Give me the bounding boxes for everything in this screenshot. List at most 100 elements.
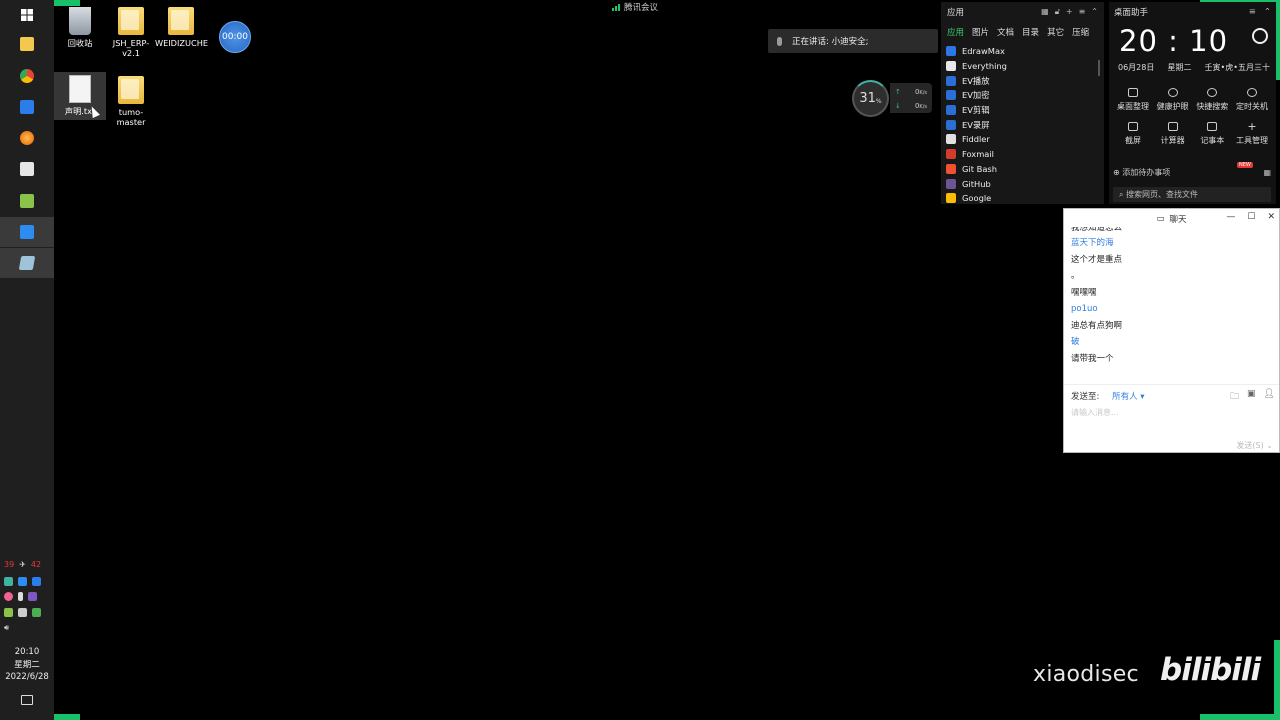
assistant-search-box[interactable]: ⌕ 搜索网页、查找文件 [1113, 187, 1271, 202]
tab-archives[interactable]: 压缩 [1072, 26, 1089, 38]
download-arrow-icon: ↓ [895, 102, 901, 110]
plus-icon: + [1247, 120, 1257, 133]
app-item-label: Git Bash [962, 163, 997, 174]
tool-manage[interactable]: + 工具管理 [1233, 120, 1271, 146]
minimize-icon[interactable]: — [1226, 212, 1235, 222]
tool-calculator[interactable]: 计算器 [1154, 122, 1192, 146]
assistant-date: 06月28日 [1118, 63, 1155, 72]
app-item[interactable]: EV播放 [946, 73, 1099, 88]
close-icon[interactable]: ✕ [1267, 212, 1275, 222]
taskbar-app-green[interactable] [0, 186, 54, 216]
desktop-icon-label: JSH_ERP-v2.1 [112, 38, 150, 58]
net-monitor-widget[interactable]: 31% ↑ 0K/s ↓ 0K/s [852, 80, 932, 117]
upload-arrow-icon: ↑ [895, 88, 901, 96]
send-button[interactable]: 发送(S) ⌄ [1236, 440, 1273, 451]
tool-desktop-organize[interactable]: 桌面整理 [1114, 88, 1152, 112]
app-item[interactable]: Google [946, 191, 1099, 206]
tab-docs[interactable]: 文档 [997, 26, 1014, 38]
taskbar-firefox[interactable] [0, 123, 54, 153]
desktop-assistant-panel: 桌面助手 ≡ ⌃ 20 : 10 06月28日 星期二 壬寅•虎•五月三十 桌面… [1109, 2, 1276, 204]
app-launcher-tabs: 应用 图片 文档 目录 其它 压缩 [941, 22, 1104, 42]
tab-images[interactable]: 图片 [972, 26, 989, 38]
send-to-dropdown[interactable]: 所有人 ▾ [1112, 392, 1144, 402]
app-item[interactable]: Foxmail [946, 147, 1099, 162]
taskbar-explorer[interactable] [0, 29, 54, 59]
user-icon[interactable]: 👤︎ [1264, 389, 1275, 405]
wechat-icon[interactable] [32, 608, 41, 617]
app-tray-icon[interactable] [32, 577, 41, 586]
app-item[interactable]: EdrawMax [946, 44, 1099, 59]
desktop-icon-label: 回收站 [67, 38, 93, 48]
volume-icon[interactable]: 🔊︎ [4, 623, 9, 633]
desktop-icon-weidizuche[interactable]: WEIDIZUCHE [155, 7, 209, 48]
lock-icon[interactable]: 🔓︎ [1055, 7, 1060, 17]
menu-icon[interactable]: ≡ [1079, 7, 1086, 17]
tool-screenshot[interactable]: 截屏 [1114, 122, 1152, 146]
add-icon[interactable]: + [1066, 7, 1073, 17]
app-item[interactable]: Everything [946, 59, 1099, 74]
tab-dirs[interactable]: 目录 [1022, 26, 1039, 38]
add-todo-row[interactable]: ⊕ 添加待办事项 ▦ [1113, 167, 1271, 178]
tool-eye-care[interactable]: 健康护眼 [1154, 88, 1192, 112]
text-file-icon [69, 75, 91, 103]
assistant-tools-row-2: 截屏 计算器 记事本 + 工具管理 [1114, 120, 1271, 146]
desktop-icon-recycle-bin[interactable]: 回收站 [54, 7, 106, 48]
desktop-icon-jsh-erp[interactable]: JSH_ERP-v2.1 [105, 7, 157, 58]
screen-icon[interactable] [28, 592, 37, 601]
grid-icon[interactable]: ▦ [1041, 7, 1049, 17]
chat-input[interactable]: 请输入消息... [1071, 407, 1119, 418]
shield-icon[interactable] [4, 577, 13, 586]
app-item[interactable]: EV加密 [946, 88, 1099, 103]
bug-icon[interactable] [4, 592, 13, 601]
tab-other[interactable]: 其它 [1047, 26, 1064, 38]
screenshot-icon[interactable]: ▣ [1247, 389, 1256, 405]
monitor-icon[interactable] [18, 608, 27, 617]
corner-accent-br [1200, 714, 1280, 720]
tray-badge-left[interactable]: 39 [4, 560, 14, 569]
menu-icon[interactable]: ≡ [1249, 7, 1256, 17]
list-icon[interactable] [4, 608, 13, 617]
start-button[interactable] [0, 0, 54, 30]
weather-sun-icon[interactable] [1252, 28, 1268, 44]
desktop-icon-tumo-master[interactable]: tumo-master [105, 76, 157, 127]
meeting-bar[interactable]: 腾讯会议 [612, 1, 658, 13]
taskbar-clock[interactable]: 20:10 星期二 2022/6/28 [0, 646, 54, 684]
app-list-scrollbar[interactable] [1098, 60, 1100, 76]
tool-notepad[interactable]: 记事本 [1193, 122, 1231, 146]
app-item[interactable]: GitHub [946, 176, 1099, 191]
app-item[interactable]: EV剪辑 [946, 103, 1099, 118]
assistant-title: 桌面助手 [1114, 8, 1149, 18]
app-item[interactable]: Fiddler [946, 132, 1099, 147]
app-item-label: EdrawMax [962, 46, 1005, 57]
app-item[interactable]: Git Bash [946, 162, 1099, 177]
chat-message-list[interactable]: 我想知道怎么 蓝天下的海 这个才是重点。嘿嘿嘿 po1uo 迪总有点狗啊破请带我一个 [1071, 227, 1271, 367]
qr-icon[interactable]: ▦ [1263, 168, 1271, 177]
speaking-banner: 正在讲话: 小迪安全; [768, 29, 938, 53]
taskbar-app-active[interactable] [0, 248, 54, 278]
app-item[interactable]: EV录屏 [946, 117, 1099, 132]
tool-quick-search[interactable]: 快捷搜索 [1193, 88, 1231, 112]
timer-bubble[interactable]: 00:00 [219, 21, 251, 53]
file-icon[interactable]: 🗀︎ [1230, 389, 1239, 405]
taskbar-app-doc[interactable] [0, 154, 54, 184]
collapse-icon[interactable]: ⌃ [1091, 7, 1098, 17]
notification-icon[interactable] [21, 695, 33, 705]
app-icon [946, 119, 956, 130]
assistant-tools-row-1: 桌面整理 健康护眼 快捷搜索 定时关机 [1114, 88, 1271, 112]
taskbar-chrome[interactable] [0, 61, 54, 91]
net-speed-box: ↑ 0K/s ↓ 0K/s [890, 83, 932, 113]
collapse-icon[interactable]: ⌃ [1264, 7, 1271, 17]
maximize-icon[interactable]: ☐ [1247, 212, 1255, 222]
tool-timed-shutdown[interactable]: 定时关机 [1233, 88, 1271, 112]
meeting-title: 腾讯会议 [624, 3, 659, 13]
taskbar-app-blue[interactable] [0, 92, 54, 122]
meeting-tray-icon[interactable] [18, 577, 27, 586]
tray-badge-right[interactable]: 42 [31, 560, 41, 569]
tab-apps[interactable]: 应用 [947, 26, 964, 38]
taskbar-tencent-meeting[interactable] [0, 217, 54, 247]
plane-icon[interactable]: ✈ [19, 560, 26, 569]
notepad-icon [20, 194, 34, 208]
desktop-icon-label: WEIDIZUCHE [155, 38, 209, 48]
app-launcher-title: 应用 [947, 8, 965, 18]
mic-icon[interactable] [18, 592, 23, 601]
